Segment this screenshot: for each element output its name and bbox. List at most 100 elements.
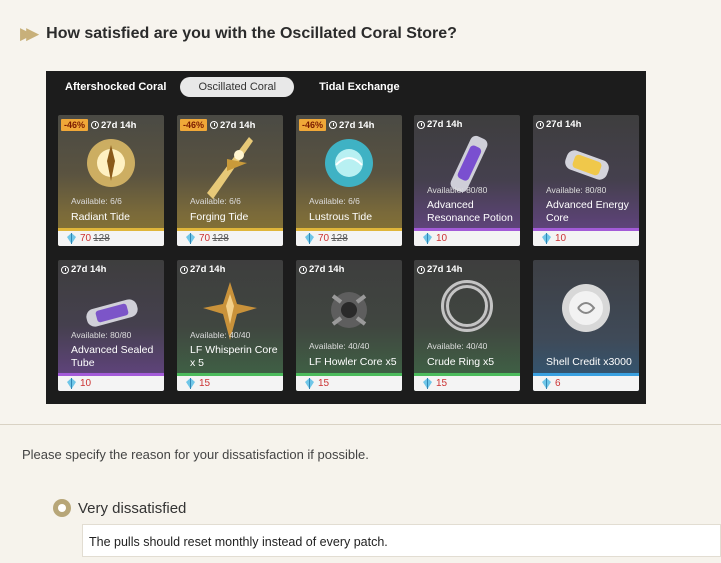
clock-icon: [180, 265, 188, 274]
item-price: 10: [58, 376, 164, 391]
store-item-card[interactable]: 27d 14h Available: 40/40 LF Whisperin Core…: [177, 260, 283, 391]
coral-currency-icon: [305, 378, 314, 389]
option-very-dissatisfied[interactable]: Very dissatisfied: [53, 499, 186, 517]
item-price-value: 15: [199, 378, 211, 389]
item-timer: 27d 14h: [71, 264, 107, 275]
item-badges: 27d 14h: [536, 119, 581, 130]
coral-currency-icon: [186, 233, 195, 244]
item-timer: 27d 14h: [220, 119, 256, 131]
item-timer: 27d 14h: [427, 119, 463, 130]
item-availability: Available: 6/6: [71, 196, 122, 206]
item-badges: 27d 14h: [417, 119, 462, 130]
item-name: LF Howler Core x5: [309, 356, 397, 368]
clock-icon: [91, 121, 100, 129]
item-name: Radiant Tide: [71, 211, 130, 223]
clock-icon: [417, 120, 425, 129]
item-old-price: 128: [331, 233, 348, 244]
item-availability: Available: 80/80: [71, 330, 132, 340]
item-price-value: 70: [199, 233, 211, 244]
item-price-value: 70: [80, 233, 92, 244]
coral-currency-icon: [542, 233, 551, 244]
discount-badge: -46%: [180, 119, 208, 131]
item-price-value: 10: [80, 378, 92, 389]
item-price: 70 128: [58, 231, 164, 246]
item-name: LF Whisperin Core x 5: [190, 344, 278, 369]
item-timer: 27d 14h: [546, 119, 582, 130]
tab-tidal-exchange: Tidal Exchange: [319, 81, 400, 93]
item-price-value: 15: [318, 378, 330, 389]
item-badges: 27d 14h: [61, 264, 106, 275]
coral-currency-icon: [423, 233, 432, 244]
item-timer: 27d 14h: [190, 264, 226, 275]
dissatisfaction-prompt: Please specify the reason for your dissa…: [22, 447, 369, 462]
question-panel: ▶▶ How satisfied are you with the Oscill…: [0, 0, 721, 425]
item-price-value: 10: [436, 233, 448, 244]
item-badges: -46% 27d 14h: [180, 119, 255, 131]
item-price: 6: [533, 376, 639, 391]
store-item-card[interactable]: -46% 27d 14h Available: 6/6 Forging Tide 70 1…: [177, 115, 283, 246]
item-name: Advanced Resonance Potion: [427, 199, 513, 224]
store-item-card[interactable]: 27d 14h Available: 80/80 Advanced Energy C…: [533, 115, 639, 246]
clock-icon: [536, 120, 544, 129]
item-timer: 27d 14h: [427, 264, 463, 275]
coral-currency-icon: [423, 378, 432, 389]
store-item-card[interactable]: -46% 27d 14h Available: 6/6 Lustrous Tide 70…: [296, 115, 402, 246]
item-price: 10: [414, 231, 520, 246]
store-tab-bar: Aftershocked Coral Oscillated Coral Tida…: [46, 71, 646, 103]
item-badges: 27d 14h: [299, 264, 344, 275]
item-name: Advanced Sealed Tube: [71, 344, 154, 369]
item-price-value: 70: [318, 233, 330, 244]
radio-selected-icon[interactable]: [53, 499, 71, 517]
item-badges: 27d 14h: [180, 264, 225, 275]
store-item-card[interactable]: 27d 14h Available: 40/40 Crude Ring x5 15: [414, 260, 520, 391]
coral-currency-icon: [186, 378, 195, 389]
item-price: 70 128: [296, 231, 402, 246]
item-price: 15: [414, 376, 520, 391]
item-badges: -46% 27d 14h: [61, 119, 136, 131]
tab-oscillated-coral: Oscillated Coral: [180, 77, 295, 97]
item-old-price: 128: [93, 233, 110, 244]
coral-currency-icon: [542, 378, 551, 389]
item-availability: Available: 80/80: [427, 185, 488, 195]
item-name: Advanced Energy Core: [546, 199, 629, 224]
item-price: 10: [533, 231, 639, 246]
store-screenshot: Aftershocked Coral Oscillated Coral Tida…: [46, 71, 646, 404]
clock-icon: [417, 265, 425, 274]
coral-currency-icon: [67, 233, 76, 244]
item-name: Shell Credit x3000: [546, 356, 632, 368]
option-label: Very dissatisfied: [78, 499, 187, 517]
question-title: How satisfied are you with the Oscillate…: [46, 25, 457, 42]
item-name: Forging Tide: [190, 211, 249, 223]
item-price-value: 15: [436, 378, 448, 389]
item-name: Crude Ring x5: [427, 356, 495, 368]
item-badges: 27d 14h: [417, 264, 462, 275]
question-header: ▶▶ How satisfied are you with the Oscill…: [20, 24, 457, 44]
item-badges: -46% 27d 14h: [299, 119, 374, 131]
store-item-card[interactable]: 27d 14h Available: 80/80 Advanced Resonanc…: [414, 115, 520, 246]
item-availability: Available: 80/80: [546, 185, 607, 195]
double-arrow-icon: ▶▶: [20, 24, 39, 43]
clock-icon: [210, 121, 219, 129]
item-price: 15: [177, 376, 283, 391]
coral-currency-icon: [67, 378, 76, 389]
item-old-price: 128: [212, 233, 229, 244]
coral-currency-icon: [305, 233, 314, 244]
discount-badge: -46%: [61, 119, 89, 131]
item-timer: 27d 14h: [339, 119, 375, 131]
item-price: 70 128: [177, 231, 283, 246]
item-availability: Available: 40/40: [309, 341, 370, 351]
tab-aftershocked-coral: Aftershocked Coral: [65, 81, 167, 93]
item-price-value: 6: [555, 378, 561, 389]
store-item-card[interactable]: 27d 14h Available: 40/40 LF Howler Core x5…: [296, 260, 402, 391]
item-availability: Available: 40/40: [427, 341, 488, 351]
store-item-card[interactable]: -46% 27d 14h Available: 6/6 Radiant Tide 70 1…: [58, 115, 164, 246]
store-item-card[interactable]: 27d 14h Available: 80/80 Advanced Sealed T…: [58, 260, 164, 391]
store-item-card[interactable]: Shell Credit x3000 6: [533, 260, 639, 391]
item-timer: 27d 14h: [101, 119, 137, 131]
clock-icon: [299, 265, 307, 274]
item-availability: Available: 6/6: [190, 196, 241, 206]
item-price-value: 10: [555, 233, 567, 244]
answer-text-field[interactable]: The pulls should reset monthly instead o…: [82, 524, 721, 557]
item-availability: Available: 6/6: [309, 196, 360, 206]
discount-badge: -46%: [299, 119, 327, 131]
